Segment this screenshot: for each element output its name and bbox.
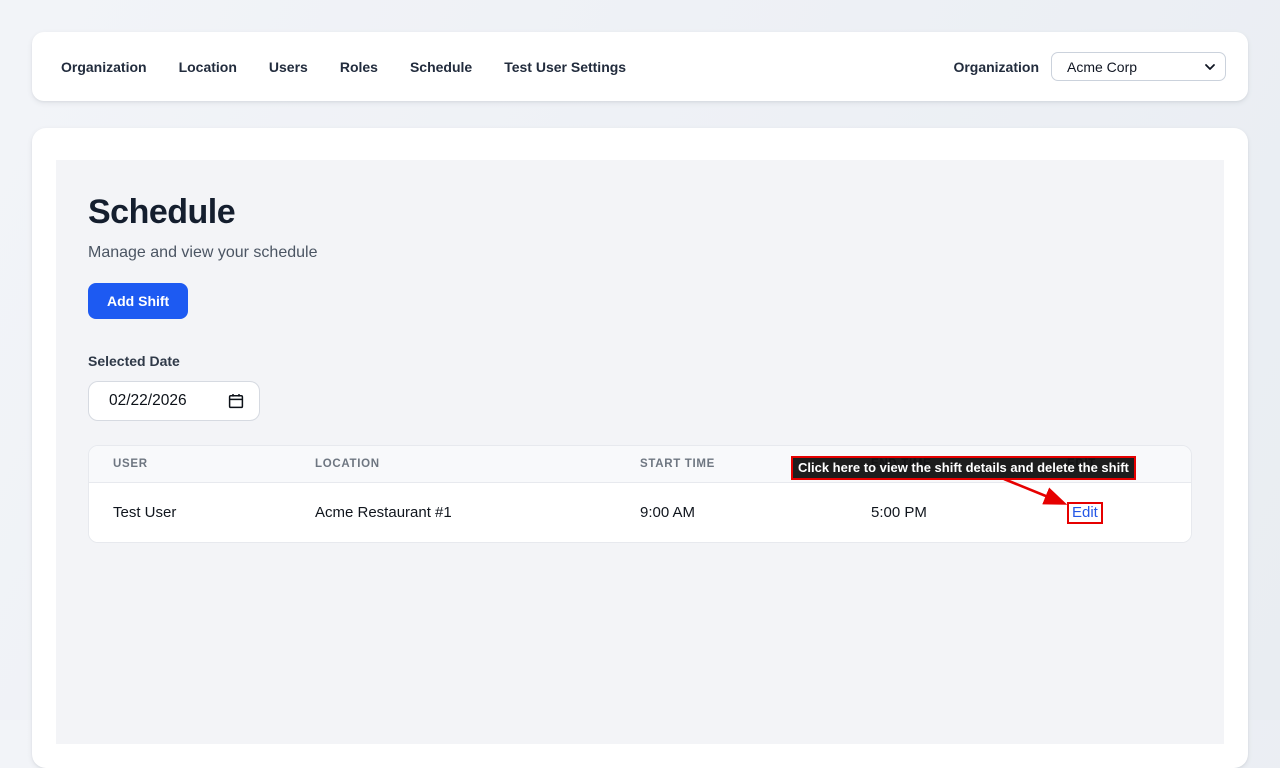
add-shift-button[interactable]: Add Shift	[88, 283, 188, 319]
cell-end-time: 5:00 PM	[847, 504, 1043, 521]
column-header-user: USER	[89, 458, 291, 470]
cell-edit: Edit	[1043, 502, 1191, 524]
table-row: Test User Acme Restaurant #1 9:00 AM 5:0…	[89, 483, 1191, 542]
nav-item-schedule[interactable]: Schedule	[410, 59, 472, 75]
top-navbar: Organization Location Users Roles Schedu…	[32, 32, 1248, 101]
nav-links: Organization Location Users Roles Schedu…	[61, 59, 626, 75]
column-header-location: LOCATION	[291, 458, 616, 470]
calendar-icon[interactable]	[228, 393, 244, 409]
nav-item-location[interactable]: Location	[179, 59, 237, 75]
organization-select-wrap: Acme Corp	[1051, 52, 1226, 81]
selected-date-value: 02/22/2026	[109, 392, 228, 410]
org-switcher: Organization Acme Corp	[953, 52, 1226, 81]
organization-select[interactable]: Acme Corp	[1051, 52, 1226, 81]
nav-item-roles[interactable]: Roles	[340, 59, 378, 75]
edit-shift-link[interactable]: Edit	[1072, 504, 1098, 521]
main-card: Schedule Manage and view your schedule A…	[32, 128, 1248, 768]
selected-date-input[interactable]: 02/22/2026	[88, 381, 260, 421]
cell-start-time: 9:00 AM	[616, 504, 847, 521]
annotation-highlight-box: Edit	[1067, 502, 1103, 524]
schedule-panel: Schedule Manage and view your schedule A…	[56, 160, 1224, 744]
cell-location: Acme Restaurant #1	[291, 504, 616, 521]
annotation-tooltip: Click here to view the shift details and…	[791, 456, 1136, 480]
selected-date-label: Selected Date	[88, 353, 1192, 369]
cell-user: Test User	[89, 504, 291, 521]
page-subtitle: Manage and view your schedule	[88, 244, 1192, 262]
organization-select-label: Organization	[953, 59, 1039, 75]
nav-item-organization[interactable]: Organization	[61, 59, 147, 75]
nav-item-users[interactable]: Users	[269, 59, 308, 75]
nav-item-test-user-settings[interactable]: Test User Settings	[504, 59, 626, 75]
page-title: Schedule	[88, 193, 1192, 231]
